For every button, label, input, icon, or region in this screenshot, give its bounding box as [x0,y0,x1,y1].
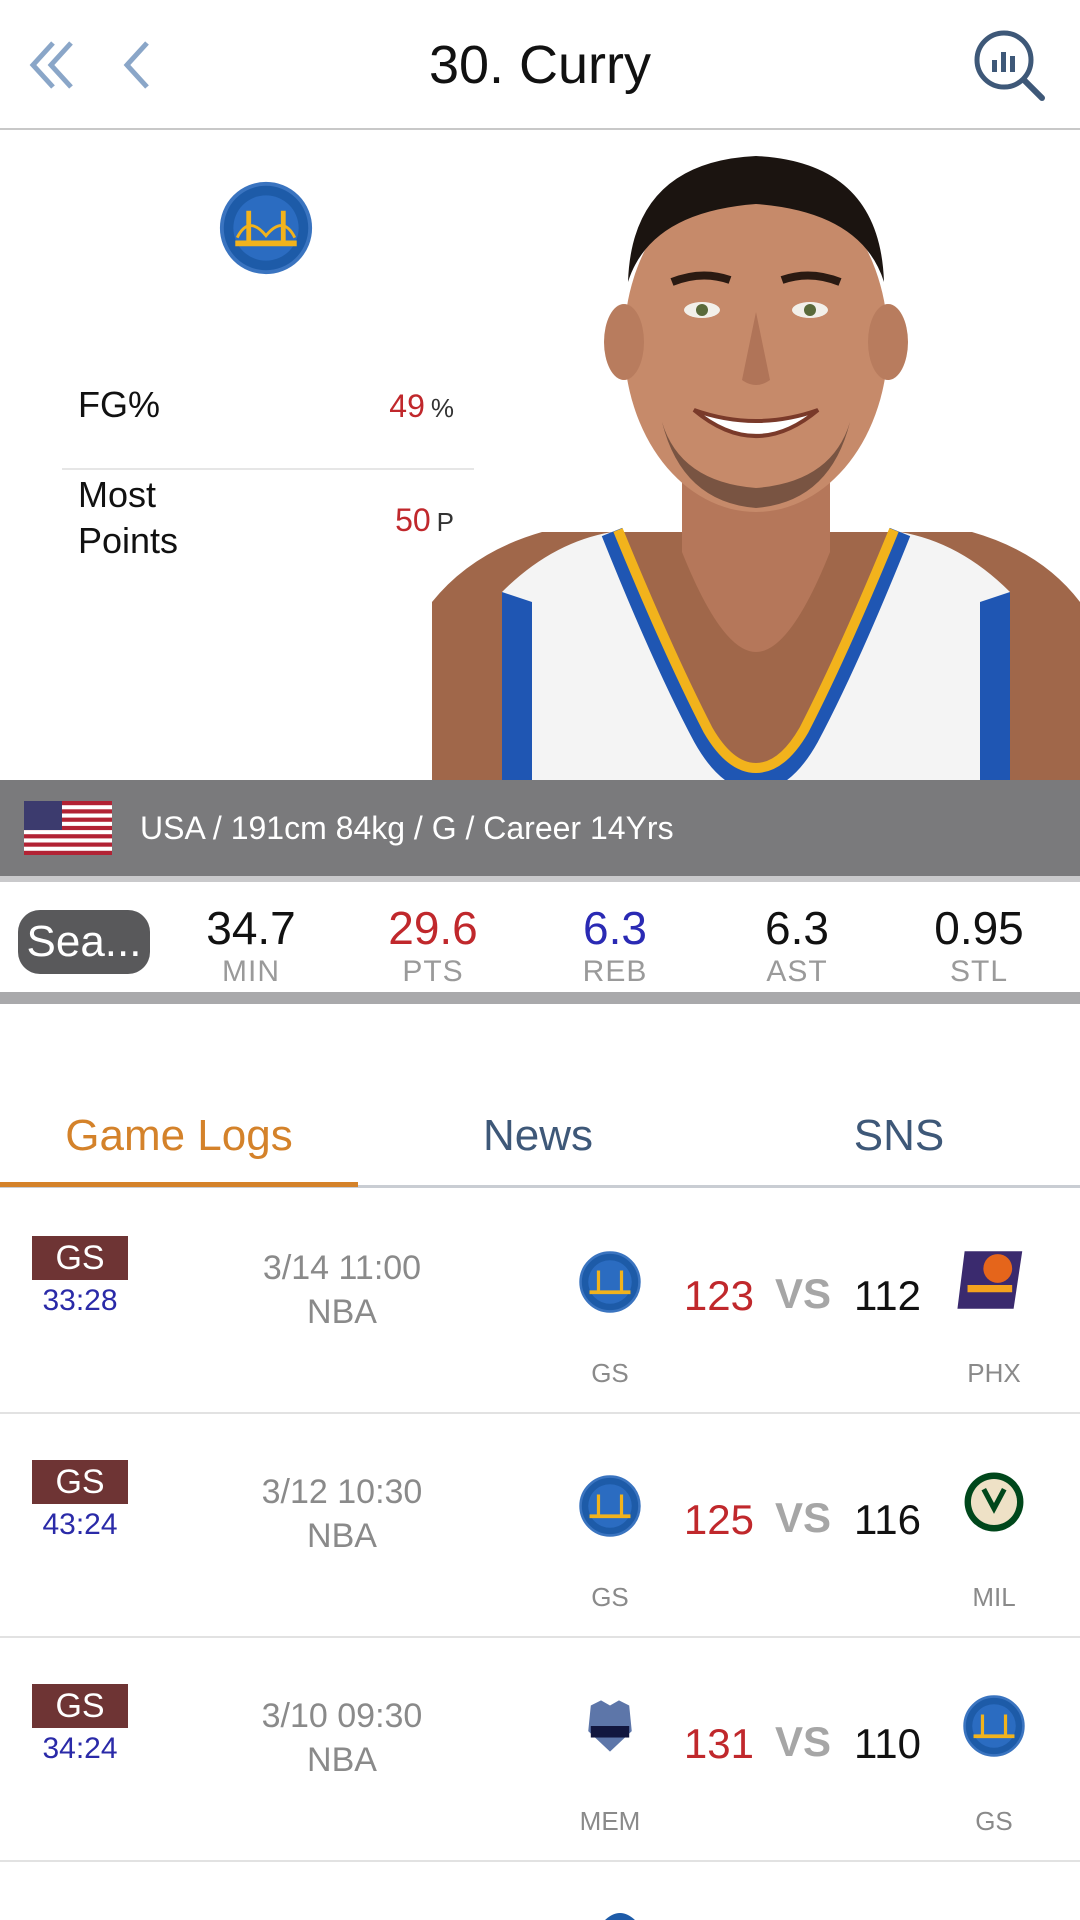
usa-flag-icon [24,801,112,855]
stats-search-icon [974,30,1045,101]
suns-logo-icon [957,1251,1023,1309]
team-badge: GS [32,1236,128,1280]
home-team-abbr: GS [591,1358,629,1388]
team-badge: GS [32,1460,128,1504]
game-date: 3/14 11:00 NBA [262,1249,422,1331]
stat-value: 34.7 [206,902,296,954]
warriors-logo-icon [963,1695,1025,1757]
away-team-abbr: MIL [972,1582,1016,1612]
stat-value: 6.3 [765,902,829,954]
season-stat-ast: 6.3 AST [712,902,882,990]
away-team-abbr: PHX [967,1358,1021,1388]
game-log-row[interactable]: GS 33:28 3/14 11:00 NBA GS 123 VS 112 PHX [0,1190,1080,1414]
tab-bar: Game Logs News SNS [0,1104,1080,1188]
stat-value: 0.95 [934,902,1024,954]
stat-label: Most Points [78,474,179,561]
player-hero: FG% 49% Most Points 50 P [0,132,1080,780]
bucks-logo-icon [964,1472,1024,1532]
top-bar: 30. Curry [0,0,1080,130]
tab-sns[interactable]: SNS [718,1104,1080,1188]
home-score: 131 [683,1720,754,1767]
home-team-abbr: GS [591,1582,629,1612]
away-team-abbr: GS [975,1806,1013,1836]
stat-key: REB [582,955,648,988]
stat-key: PTS [402,955,464,988]
most-points-stat: Most Points 50 P [62,472,474,572]
away-score: 110 [854,1720,921,1767]
stat-key: AST [766,955,828,988]
season-selector-button[interactable]: Sea... [18,910,150,974]
vs-label: VS [774,1718,832,1765]
home-score: 123 [683,1272,754,1319]
warriors-logo-icon [579,1475,641,1537]
warriors-logo-icon [219,181,313,275]
season-stat-reb: 6.3 REB [530,902,700,990]
vs-label: VS [774,1270,832,1317]
minutes-played: 34:24 [42,1732,118,1765]
stat-value: 29.6 [388,902,478,954]
away-score: 112 [854,1272,921,1319]
player-info-text: USA / 191cm 84kg / G / Career 14Yrs [140,809,674,846]
minutes-played: 43:24 [42,1508,118,1541]
page-title: 30. Curry [428,35,652,95]
stat-value: 6.3 [583,902,647,954]
warriors-logo-icon [579,1251,641,1313]
tab-game-logs[interactable]: Game Logs [0,1104,358,1188]
player-info-bar: USA / 191cm 84kg / G / Career 14Yrs [0,780,1080,876]
stat-label: FG% [78,384,161,425]
next-row-logo-peek [600,1908,640,1920]
vs-label: VS [774,1494,832,1541]
grizzlies-logo-icon [588,1700,632,1752]
fg-percent-stat: FG% 49% [62,382,474,462]
home-score: 125 [683,1496,754,1543]
game-date: 3/12 10:30 NBA [261,1473,423,1555]
game-log-row[interactable]: GS 34:24 3/10 09:30 NBA MEM 131 VS 110 GS [0,1638,1080,1862]
stat-key: MIN [222,955,280,988]
divider [62,468,474,470]
season-stats-bar: Sea... 34.7 MIN 29.6 PTS 6.3 REB 6.3 AST… [0,876,1080,1004]
tab-news[interactable]: News [358,1104,718,1188]
season-stat-stl: 0.95 STL [894,902,1064,990]
away-score: 116 [854,1496,921,1543]
season-stat-min: 34.7 MIN [166,902,336,990]
team-logo-icon [605,1913,635,1920]
minutes-played: 33:28 [42,1284,118,1317]
stat-key: STL [949,955,1009,988]
player-photo [432,156,1080,780]
season-stat-pts: 29.6 PTS [348,902,518,990]
game-date: 3/10 09:30 NBA [261,1697,423,1779]
home-team-abbr: MEM [579,1806,641,1836]
team-badge: GS [32,1684,128,1728]
game-log-row[interactable]: GS 43:24 3/12 10:30 NBA GS 125 VS 116 MIL [0,1414,1080,1638]
stats-search-button[interactable] [970,26,1050,106]
active-tab-indicator [0,1182,358,1187]
